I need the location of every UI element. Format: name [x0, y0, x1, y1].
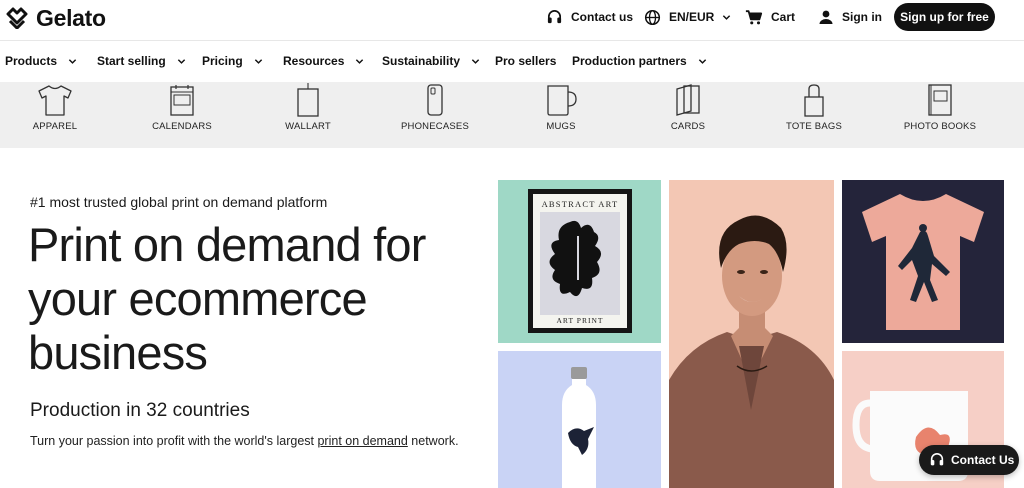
hero-body-text-end: network. — [407, 434, 459, 448]
hero-headline: Print on demand for your ecommerce busin… — [28, 218, 426, 379]
headset-icon — [930, 453, 944, 466]
floating-contact-button[interactable]: Contact Us — [919, 445, 1019, 475]
nav-sustainability[interactable]: Sustainability — [382, 53, 480, 69]
headset-icon — [547, 9, 562, 23]
gelato-logo-mark-icon — [6, 7, 28, 29]
bottle-cap — [571, 367, 587, 379]
nav-production-partners[interactable]: Production partners — [572, 53, 707, 69]
print-on-demand-link[interactable]: print on demand — [317, 434, 407, 448]
main-navigation: Products Start selling Pricing Resources… — [0, 41, 1024, 81]
sign-in-label: Sign in — [842, 10, 882, 24]
hero-eyebrow: #1 most trusted global print on demand p… — [30, 194, 328, 210]
calendar-icon — [170, 85, 194, 116]
chevron-down-icon — [356, 58, 364, 64]
model-portrait-image — [669, 180, 834, 488]
cards-icon — [676, 84, 700, 116]
category-label: WALLART — [285, 121, 331, 132]
nav-label: Start selling — [97, 54, 166, 68]
tshirt-illustration — [842, 180, 1004, 343]
nav-label: Sustainability — [382, 54, 461, 68]
category-cards[interactable]: CARDS — [628, 82, 748, 148]
category-phonecases[interactable]: PHONECASES — [375, 82, 495, 148]
contact-us-label: Contact us — [571, 10, 634, 24]
floating-contact-label: Contact Us — [951, 453, 1015, 467]
hero-subheadline: Production in 32 countries — [30, 400, 250, 421]
category-apparel[interactable]: APPAREL — [0, 82, 115, 148]
model-portrait-illustration — [669, 180, 834, 488]
water-bottle-illustration — [498, 351, 661, 488]
chevron-down-icon — [254, 58, 262, 64]
top-bar: Gelato Contact us EN/EUR Cart Sign in Si… — [0, 0, 1024, 40]
category-photo-books[interactable]: PHOTO BOOKS — [880, 82, 1000, 148]
poster-top-text: ABSTRACT ART — [541, 199, 619, 209]
category-mugs[interactable]: MUGS — [501, 82, 621, 148]
chevron-down-icon — [68, 58, 77, 64]
dancer-head — [919, 224, 927, 232]
bottle-image — [498, 351, 661, 488]
category-label: PHOTO BOOKS — [903, 121, 977, 132]
cart-icon — [745, 9, 763, 24]
right-eye — [760, 270, 768, 274]
category-tote-bags[interactable]: TOTE BAGS — [754, 82, 874, 148]
photo-book-icon — [928, 84, 952, 116]
category-bar: APPAREL CALENDARS WALLART PHONECASES MUG… — [0, 82, 1024, 148]
nav-pricing[interactable]: Pricing — [202, 53, 263, 69]
category-label: TOTE BAGS — [786, 121, 842, 132]
brand-name: Gelato — [36, 4, 106, 31]
sign-in-link[interactable]: Sign in — [818, 6, 882, 28]
hero-body: Turn your passion into profit with the w… — [30, 432, 470, 451]
mug-icon — [547, 85, 577, 116]
nav-products[interactable]: Products — [5, 53, 77, 69]
cart-link[interactable]: Cart — [745, 6, 795, 28]
category-label: MUGS — [546, 121, 576, 132]
locale-selector[interactable]: EN/EUR — [644, 6, 731, 28]
category-wallart[interactable]: WALLART — [248, 82, 368, 148]
gelato-logo[interactable]: Gelato — [6, 5, 106, 31]
sign-up-button[interactable]: Sign up for free — [894, 3, 995, 31]
nav-resources[interactable]: Resources — [283, 53, 364, 69]
poster-bottom-text: ART PRINT — [556, 316, 604, 325]
locale-label: EN/EUR — [669, 10, 715, 24]
user-icon — [819, 10, 833, 24]
contact-us-link[interactable]: Contact us — [546, 6, 633, 28]
nav-label: Production partners — [572, 54, 687, 68]
category-label: APPAREL — [32, 121, 78, 132]
chevron-down-icon — [698, 58, 706, 64]
chevron-down-icon — [723, 14, 731, 20]
hero-body-text: Turn your passion into profit with the w… — [30, 434, 318, 448]
nav-label: Resources — [283, 54, 345, 68]
category-calendars[interactable]: CALENDARS — [122, 82, 242, 148]
tshirt-image — [842, 180, 1004, 343]
tshirt-icon — [38, 85, 72, 116]
chevron-down-icon — [471, 58, 480, 64]
cart-label: Cart — [771, 10, 796, 24]
category-label: PHONECASES — [401, 121, 469, 132]
nav-label: Products — [5, 54, 58, 68]
nav-start-selling[interactable]: Start selling — [97, 53, 186, 69]
nav-label: Pro sellers — [495, 54, 557, 68]
category-label: CALENDARS — [152, 121, 212, 132]
globe-icon — [644, 9, 661, 25]
nav-label: Pricing — [202, 54, 243, 68]
left-eye — [737, 270, 745, 274]
category-label: CARDS — [670, 121, 706, 132]
poster-icon — [297, 83, 319, 117]
chevron-down-icon — [177, 58, 185, 64]
tote-bag-icon — [804, 84, 824, 117]
nav-pro-sellers[interactable]: Pro sellers — [495, 53, 556, 69]
wall-art-image: ABSTRACT ART ART PRINT — [498, 180, 661, 343]
phonecase-icon — [427, 84, 443, 116]
